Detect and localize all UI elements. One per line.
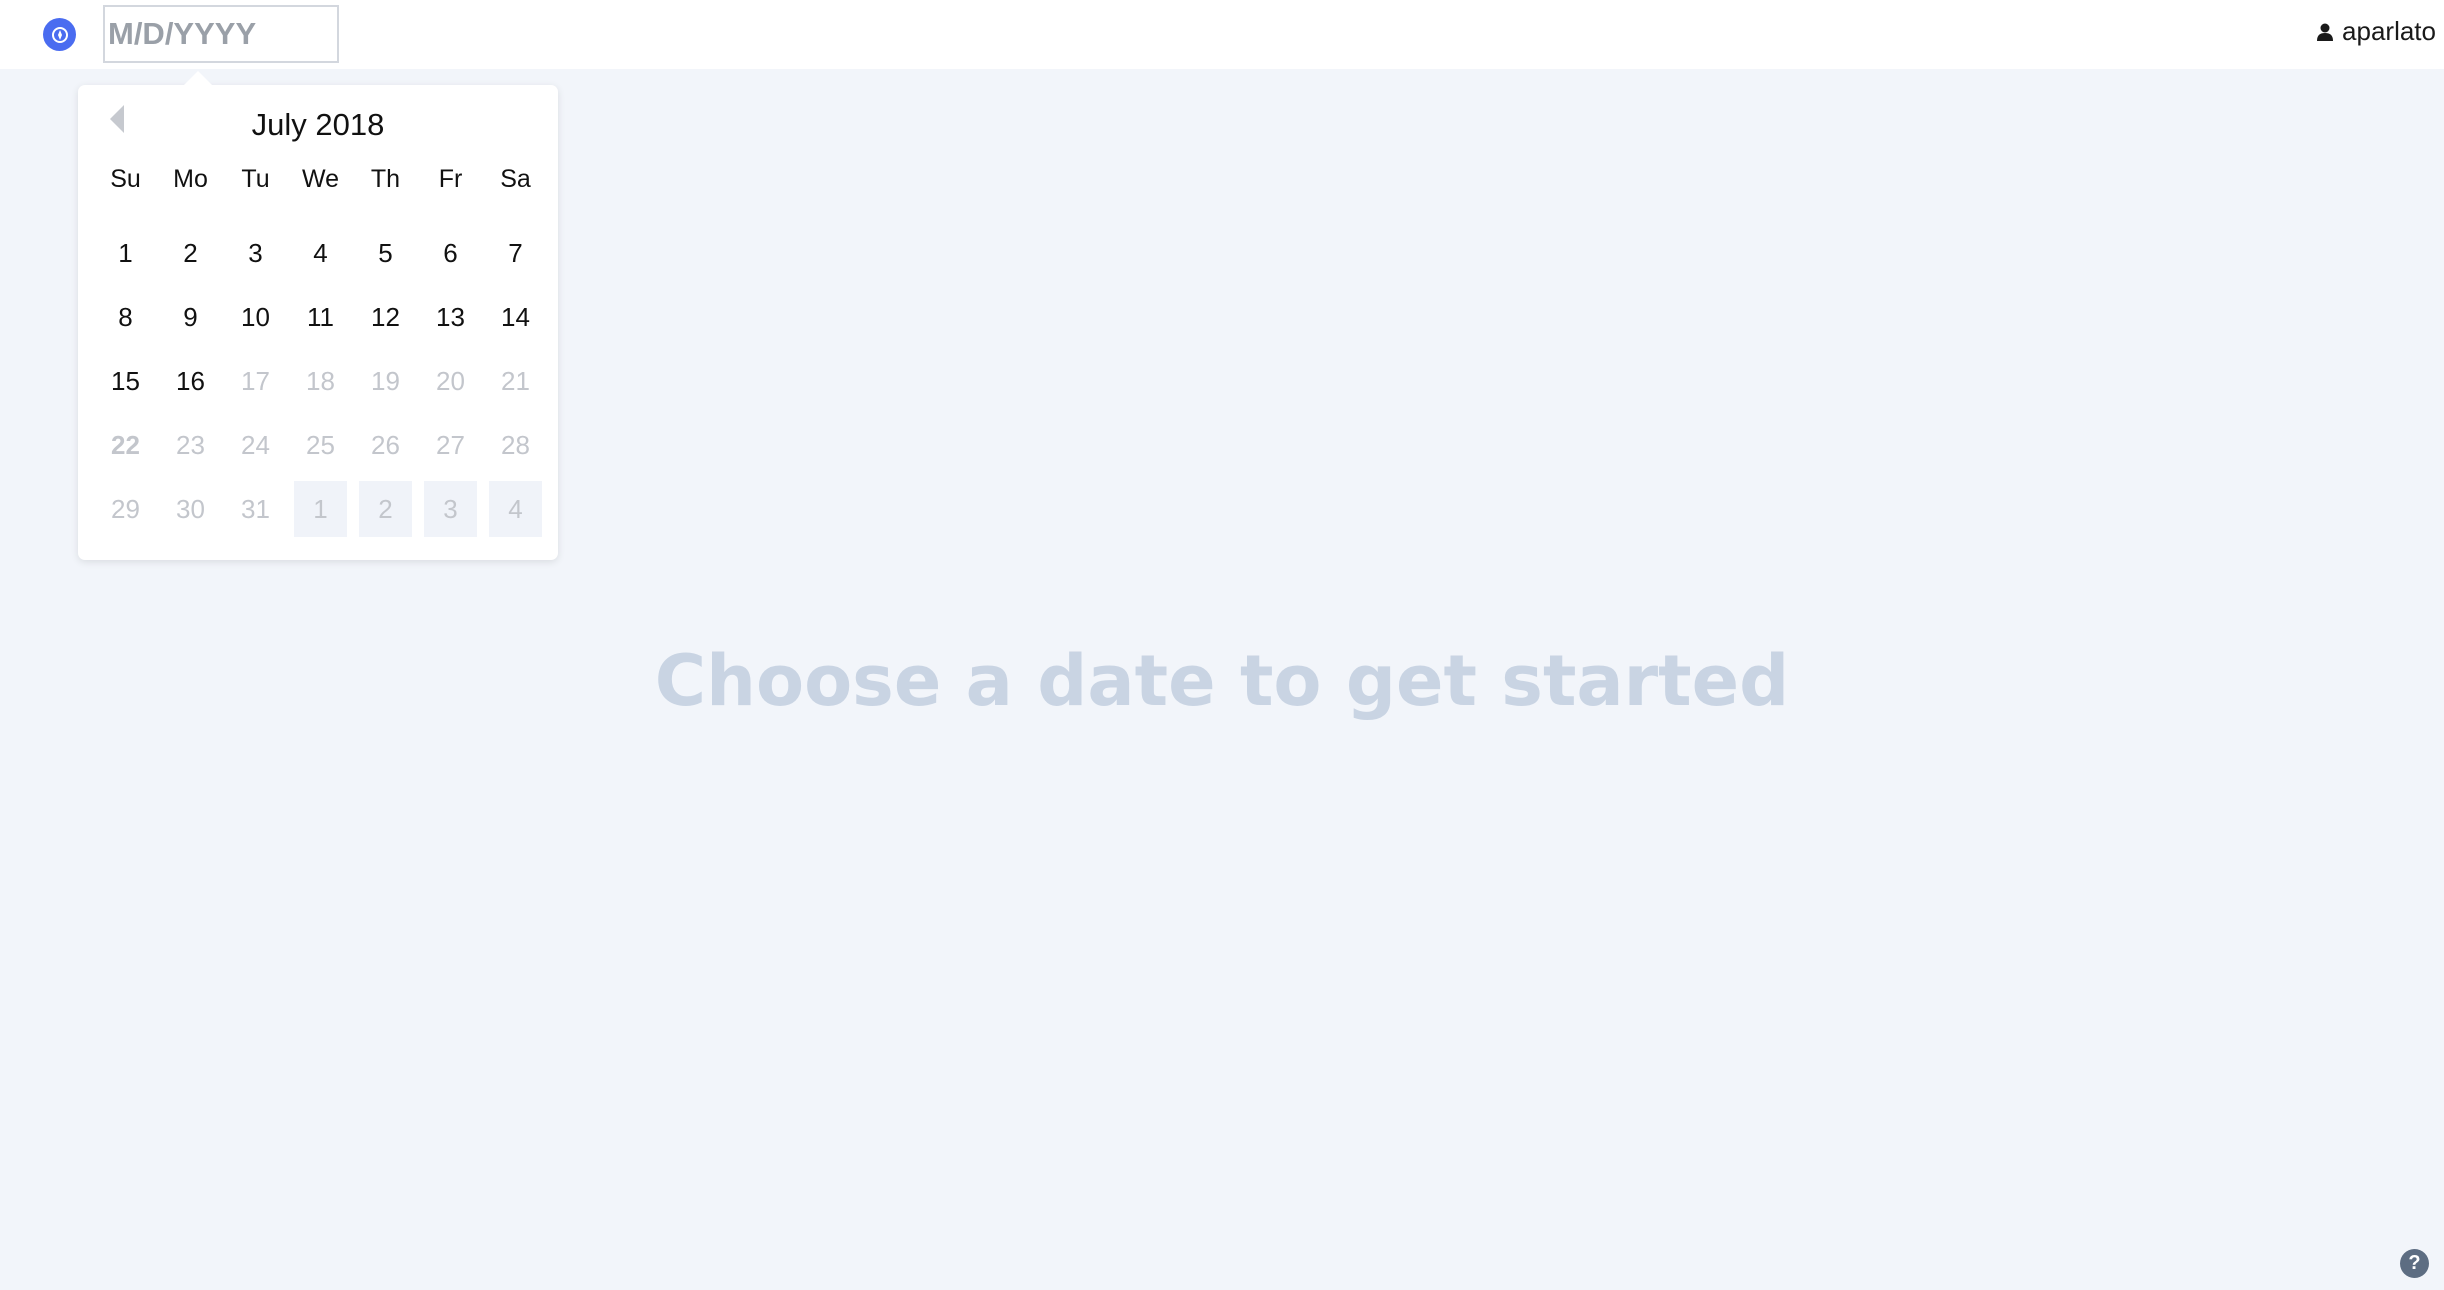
user-menu[interactable]: aparlato bbox=[2316, 16, 2436, 47]
user-name: aparlato bbox=[2342, 16, 2436, 46]
calendar-day: 22 bbox=[111, 430, 140, 460]
calendar-grid: Su Mo Tu We Th Fr Sa 1 2 3 4 5 6 7 8 9 10 11 12 13 14 15 16 17… bbox=[93, 159, 548, 545]
calendar-day: 4 bbox=[489, 481, 542, 537]
person-icon bbox=[2317, 23, 2334, 41]
calendar-day[interactable]: 3 bbox=[229, 225, 282, 281]
calendar-day[interactable]: 10 bbox=[229, 289, 282, 345]
calendar-day[interactable]: 4 bbox=[294, 225, 347, 281]
calendar-day[interactable]: 14 bbox=[489, 289, 542, 345]
question-icon[interactable]: ? bbox=[2400, 1249, 2429, 1278]
calendar-day: 1 bbox=[294, 481, 347, 537]
calendar-day: 17 bbox=[241, 366, 270, 396]
weekday-label: Fr bbox=[438, 165, 463, 193]
popup-caret bbox=[183, 71, 213, 86]
calendar-day: 31 bbox=[241, 494, 270, 524]
weekday-label: Th bbox=[370, 165, 401, 193]
calendar-day[interactable]: 15 bbox=[99, 353, 152, 409]
calendar-day: 27 bbox=[436, 430, 465, 460]
calendar-day: 26 bbox=[371, 430, 400, 460]
weekday-label: Su bbox=[110, 165, 141, 193]
calendar-day: 18 bbox=[306, 366, 335, 396]
compass-icon[interactable] bbox=[43, 18, 76, 51]
calendar-day: 19 bbox=[371, 366, 400, 396]
weekday-label: Sa bbox=[500, 165, 531, 193]
calendar-week-row: 8 9 10 11 12 13 14 bbox=[93, 289, 548, 353]
calendar-day: 29 bbox=[111, 494, 140, 524]
calendar-day: 28 bbox=[501, 430, 530, 460]
calendar-day[interactable]: 12 bbox=[359, 289, 412, 345]
weekday-label: Tu bbox=[241, 165, 270, 193]
calendar-day[interactable]: 11 bbox=[294, 289, 347, 345]
empty-state-prompt: Choose a date to get started bbox=[654, 640, 1790, 722]
top-bar: aparlato bbox=[0, 0, 2444, 69]
date-input[interactable] bbox=[103, 5, 339, 63]
calendar-day[interactable]: 5 bbox=[359, 225, 412, 281]
calendar-day[interactable]: 16 bbox=[164, 353, 217, 409]
calendar-week-row: 1234567 bbox=[93, 225, 548, 289]
calendar-day: 20 bbox=[436, 366, 465, 396]
calendar-day[interactable]: 7 bbox=[489, 225, 542, 281]
calendar-day: 2 bbox=[359, 481, 412, 537]
date-picker-popup: July 2018 Su Mo Tu We Th Fr Sa 1 2 3 4 5 6 7 8 9 10 11 12… bbox=[78, 71, 558, 560]
calendar-day: 3 bbox=[424, 481, 477, 537]
calendar-week-row: 15 16 17 18 19 20 21 bbox=[93, 353, 548, 417]
calendar-day: 23 bbox=[176, 430, 205, 460]
calendar-day[interactable]: 1 bbox=[99, 225, 152, 281]
weekday-label: We bbox=[301, 165, 340, 193]
month-title: July 2018 bbox=[251, 107, 385, 142]
calendar-day: 21 bbox=[501, 366, 530, 396]
calendar-day[interactable]: 6 bbox=[424, 225, 477, 281]
calendar-week-row: 29 30 31 1 2 3 4 bbox=[93, 481, 548, 545]
calendar-weeks: 1 2 3 4 5 6 7 8 9 10 11 12 13 14 15 16 17 18 19 20 21 22 23 24 2… bbox=[93, 225, 548, 545]
calendar-day[interactable]: 9 bbox=[164, 289, 217, 345]
calendar-week-row: 22 23 24 25 26 27 28 bbox=[93, 417, 548, 481]
weekday-label: Mo bbox=[173, 165, 208, 193]
weekday-header: Su Mo Tu We Th Fr Sa bbox=[93, 159, 548, 211]
calendar-day: 30 bbox=[176, 494, 205, 524]
calendar-day[interactable]: 2 bbox=[164, 225, 217, 281]
calendar-day: 24 bbox=[241, 430, 270, 460]
calendar-day: 25 bbox=[306, 430, 335, 460]
calendar-day[interactable]: 8 bbox=[99, 289, 152, 345]
calendar-day[interactable]: 13 bbox=[424, 289, 477, 345]
